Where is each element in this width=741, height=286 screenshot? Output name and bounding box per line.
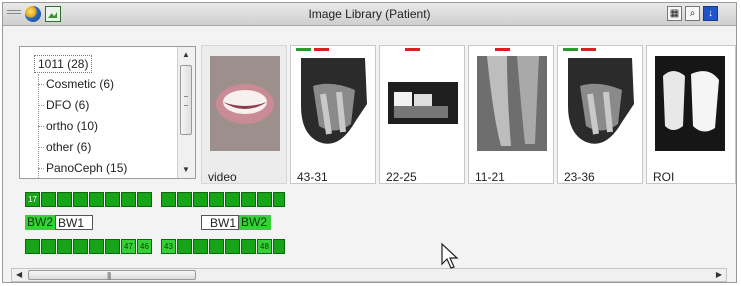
tooth-cell[interactable] bbox=[273, 192, 285, 207]
thumbnail-label: 11-21 bbox=[475, 170, 505, 184]
thumbnail-23-36[interactable]: 23-36 bbox=[557, 45, 643, 184]
bw1-left-label[interactable]: BW1 bbox=[55, 215, 93, 230]
upper-tooth-row: 17 bbox=[25, 192, 285, 207]
lower-tooth-row: 47 46 43 48 bbox=[25, 239, 285, 254]
arrow-down-icon[interactable]: ↓ bbox=[703, 6, 718, 21]
status-marks bbox=[380, 46, 464, 54]
tooth-cell[interactable] bbox=[209, 192, 224, 207]
zoom-icon[interactable]: ⌕ bbox=[685, 6, 700, 21]
thumbnail-43-31[interactable]: 43-31 bbox=[290, 45, 376, 184]
thumbnail-label: 23-36 bbox=[564, 170, 595, 184]
scroll-up-icon[interactable]: ▲ bbox=[182, 50, 190, 59]
tooth-cell[interactable] bbox=[241, 239, 256, 254]
tree-item-dfo[interactable]: DFO (6) bbox=[46, 98, 89, 112]
green-mark bbox=[296, 48, 311, 51]
tree-item-cosmetic[interactable]: Cosmetic (6) bbox=[46, 77, 114, 91]
horizontal-scrollbar[interactable]: ◀ ||| ▶ bbox=[11, 268, 727, 282]
bitewing-tooth-chart: 17 BW2 BW1 BW1 BW2 47 46 43 48 bbox=[25, 192, 285, 258]
tooth-cell[interactable] bbox=[177, 192, 192, 207]
bitewing-label-row: BW2 BW1 BW1 BW2 bbox=[25, 215, 285, 230]
tree-root-node[interactable]: 1011 (28) bbox=[34, 55, 93, 73]
status-marks bbox=[291, 46, 375, 54]
tooth-cell[interactable]: 48 bbox=[257, 239, 272, 254]
tooth-cell[interactable] bbox=[241, 192, 256, 207]
tooth-cell[interactable] bbox=[193, 192, 208, 207]
red-mark bbox=[405, 48, 420, 51]
tooth-cell[interactable]: 46 bbox=[137, 239, 152, 254]
tooth-cell[interactable]: 17 bbox=[25, 192, 40, 207]
tooth-cell[interactable] bbox=[177, 239, 192, 254]
status-marks bbox=[469, 46, 553, 54]
tooth-cell[interactable] bbox=[193, 239, 208, 254]
bw1-right-label[interactable]: BW1 bbox=[201, 215, 239, 230]
tooth-cell[interactable] bbox=[209, 239, 224, 254]
tooth-cell[interactable] bbox=[73, 239, 88, 254]
thumb-grip-icon: ||| bbox=[107, 271, 111, 280]
tree-connector bbox=[38, 126, 44, 127]
tooth-cell[interactable] bbox=[225, 239, 240, 254]
thumbnail-label: 43-31 bbox=[297, 170, 328, 184]
scroll-left-icon[interactable]: ◀ bbox=[16, 269, 22, 281]
tooth-cell[interactable] bbox=[41, 192, 56, 207]
tree-vertical-scrollbar[interactable]: ▲ ▼ bbox=[177, 47, 195, 178]
thumbnail-label: 22-25 bbox=[386, 170, 417, 184]
xray-image bbox=[388, 82, 458, 124]
tooth-cell[interactable] bbox=[161, 192, 176, 207]
tooth-cell[interactable] bbox=[73, 192, 88, 207]
mouse-pointer-icon bbox=[441, 242, 459, 269]
tooth-cell[interactable] bbox=[89, 239, 104, 254]
xray-image bbox=[477, 56, 547, 151]
image-library-window: Image Library (Patient) ▦ ⌕ ↓ 1011 (28) … bbox=[2, 2, 737, 283]
video-photo bbox=[210, 56, 280, 151]
xray-image bbox=[655, 56, 725, 151]
category-tree: 1011 (28) Cosmetic (6) DFO (6) ortho (10… bbox=[19, 46, 196, 179]
scroll-thumb[interactable] bbox=[180, 65, 192, 135]
tree-item-panoceph[interactable]: PanoCeph (15) bbox=[46, 161, 127, 175]
tree-connector bbox=[38, 168, 44, 169]
tooth-cell[interactable]: 43 bbox=[161, 239, 176, 254]
red-mark bbox=[495, 48, 510, 51]
status-marks bbox=[558, 46, 642, 54]
tooth-cell[interactable] bbox=[121, 192, 136, 207]
thumb-grip-icon bbox=[184, 96, 188, 106]
red-mark bbox=[314, 48, 329, 51]
tooth-cell[interactable] bbox=[41, 239, 56, 254]
tree-connector bbox=[38, 84, 44, 85]
red-mark bbox=[581, 48, 596, 51]
tree-connector bbox=[38, 147, 44, 148]
window-title: Image Library (Patient) bbox=[308, 7, 431, 21]
thumbnail-11-21[interactable]: 11-21 bbox=[468, 45, 554, 184]
tooth-cell[interactable] bbox=[105, 192, 120, 207]
tooth-cell[interactable]: 47 bbox=[121, 239, 136, 254]
tooth-cell[interactable] bbox=[225, 192, 240, 207]
thumbnail-label: video bbox=[208, 170, 237, 184]
green-mark bbox=[563, 48, 578, 51]
scroll-thumb[interactable]: ||| bbox=[28, 270, 196, 280]
calendar-icon[interactable]: ▦ bbox=[667, 6, 682, 21]
tree-item-other[interactable]: other (6) bbox=[46, 140, 91, 154]
xray-image bbox=[301, 58, 367, 144]
tooth-cell[interactable] bbox=[105, 239, 120, 254]
bw2-left-label[interactable]: BW2 bbox=[25, 215, 55, 230]
thumbnail-label: ROI bbox=[653, 170, 675, 184]
thumbnail-roi[interactable]: ROI bbox=[646, 45, 736, 184]
bw2-right-label[interactable]: BW2 bbox=[239, 215, 271, 230]
tooth-cell[interactable] bbox=[57, 192, 72, 207]
tooth-cell[interactable] bbox=[25, 239, 40, 254]
title-bar[interactable]: Image Library (Patient) ▦ ⌕ ↓ bbox=[3, 3, 736, 26]
xray-image bbox=[568, 58, 634, 144]
scroll-down-icon[interactable]: ▼ bbox=[182, 165, 190, 174]
tooth-cell[interactable] bbox=[257, 192, 272, 207]
tooth-cell[interactable] bbox=[137, 192, 152, 207]
tooth-cell[interactable] bbox=[57, 239, 72, 254]
tree-connector bbox=[38, 105, 44, 106]
scroll-right-icon[interactable]: ▶ bbox=[716, 269, 722, 281]
thumbnail-22-25[interactable]: 22-25 bbox=[379, 45, 465, 184]
tooth-cell[interactable] bbox=[89, 192, 104, 207]
tooth-cell[interactable] bbox=[273, 239, 285, 254]
thumbnail-video[interactable]: video bbox=[201, 45, 287, 184]
tree-item-ortho[interactable]: ortho (10) bbox=[46, 119, 98, 133]
